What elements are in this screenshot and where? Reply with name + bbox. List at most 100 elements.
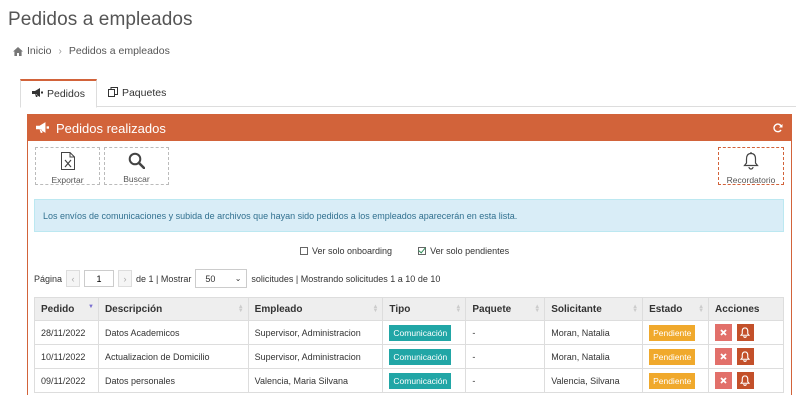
cell-pedido: 28/11/2022	[34, 320, 99, 345]
sort-icon: ▲ ▼	[372, 304, 379, 314]
checkbox-box[interactable]	[300, 247, 308, 255]
column-header-descripcion[interactable]: Descripción ▲ ▼	[97, 297, 249, 321]
tipo-badge: Comunicación	[389, 348, 452, 365]
cell-estado: Pendiente	[642, 368, 710, 393]
delete-button[interactable]	[715, 372, 733, 389]
tab-label: Pedidos	[47, 88, 85, 100]
chevron-left-icon[interactable]: ‹	[66, 270, 81, 287]
status-badge: Pendiente	[649, 372, 696, 389]
delete-button[interactable]	[715, 348, 733, 365]
cell-paquete: -	[465, 344, 546, 369]
breadcrumb-home[interactable]: Inicio	[27, 45, 52, 57]
reminder-label: Recordatorio	[726, 175, 776, 185]
cell-pedido: 10/11/2022	[34, 344, 99, 369]
column-header-empleado[interactable]: Empleado ▲ ▼	[247, 297, 384, 321]
pending-checkbox[interactable]: Ver solo pendientes	[418, 246, 509, 256]
table-row[interactable]: 09/11/2022 Datos personales Valencia, Ma…	[34, 368, 784, 393]
cell-paquete: -	[465, 368, 546, 393]
chevron-right-icon[interactable]: ›	[118, 270, 133, 287]
orders-panel: Pedidos realizados Exportar Buscar Recor…	[27, 114, 792, 395]
sort-icon: ▲ ▼	[632, 304, 639, 314]
cell-solicitante: Moran, Natalia	[544, 320, 644, 345]
tab-pedidos[interactable]: Pedidos	[20, 79, 97, 108]
tab-paquetes[interactable]: Paquetes	[97, 79, 177, 107]
filters: Ver solo onboarding Ver solo pendientes	[300, 246, 509, 256]
bell-icon	[743, 152, 759, 172]
megaphone-icon	[32, 88, 43, 100]
cell-acciones	[708, 344, 784, 369]
remind-button[interactable]	[736, 324, 754, 341]
refresh-icon[interactable]	[773, 121, 783, 136]
column-header-estado[interactable]: Estado ▲ ▼	[642, 297, 710, 321]
cell-solicitante: Moran, Natalia	[544, 344, 644, 369]
sort-icon: ▲ ▼	[534, 304, 541, 314]
table-row[interactable]: 10/11/2022 Actualizacion de Domicilio Su…	[34, 344, 784, 369]
home-icon	[13, 46, 23, 56]
pending-label: Ver solo pendientes	[430, 246, 510, 256]
column-header-paquete[interactable]: Paquete ▲ ▼	[465, 297, 546, 321]
copy-icon	[107, 86, 118, 100]
cell-estado: Pendiente	[642, 344, 710, 369]
panel-header: Pedidos realizados	[28, 115, 791, 141]
search-label: Buscar	[123, 174, 150, 184]
checkbox-box[interactable]	[418, 247, 427, 255]
cell-empleado: Valencia, Maria Silvana	[247, 368, 384, 393]
onboarding-label: Ver solo onboarding	[312, 246, 393, 256]
column-header-solicitante[interactable]: Solicitante ▲ ▼	[544, 297, 644, 321]
tipo-badge: Comunicación	[389, 372, 452, 389]
column-header-acciones: Acciones	[708, 297, 784, 321]
cell-descripcion: Datos personales	[97, 368, 249, 393]
tabs: Pedidos Paquetes	[20, 79, 796, 108]
chevron-right-icon: ›	[58, 45, 62, 57]
cell-pedido: 09/11/2022	[34, 368, 99, 393]
page-title: Pedidos a empleados	[8, 9, 193, 30]
orders-table: Pedido ▼ Descripción ▲ ▼ Empleado ▲ ▼ Tipo ▲ ▼ …	[34, 297, 784, 393]
cell-acciones	[708, 320, 784, 345]
pager-summary: solicitudes | Mostrando solicitudes 1 a …	[251, 273, 441, 284]
delete-button[interactable]	[715, 324, 733, 341]
panel-title: Pedidos realizados	[56, 120, 166, 136]
sort-icon: ▲ ▼	[698, 304, 705, 314]
per-page-value: 50	[205, 273, 216, 284]
pagination: Página ‹ › de 1 | Mostrar 50 ⌄ solicitud…	[34, 269, 440, 288]
megaphone-icon	[36, 121, 49, 136]
cell-paquete: -	[465, 320, 546, 345]
close-icon	[720, 329, 727, 336]
tab-label: Paquetes	[121, 87, 167, 99]
column-header-pedido[interactable]: Pedido ▼	[34, 297, 99, 321]
export-label: Exportar	[51, 175, 84, 185]
breadcrumb: Inicio › Pedidos a empleados	[13, 45, 170, 57]
page-total: de 1 | Mostrar	[136, 273, 192, 284]
sort-icon: ▲ ▼	[237, 304, 244, 314]
tipo-badge: Comunicación	[389, 324, 452, 341]
remind-button[interactable]	[736, 348, 754, 365]
remind-button[interactable]	[736, 372, 754, 389]
bell-icon	[740, 351, 751, 362]
cell-solicitante: Valencia, Silvana	[544, 368, 644, 393]
bell-icon	[740, 327, 751, 338]
search-button[interactable]: Buscar	[104, 147, 169, 185]
bell-icon	[740, 375, 751, 386]
chevron-down-icon: ⌄	[234, 274, 242, 283]
cell-empleado: Supervisor, Administracion	[247, 344, 384, 369]
reminder-button[interactable]: Recordatorio	[718, 147, 784, 185]
export-button[interactable]: Exportar	[35, 147, 100, 185]
info-alert: Los envíos de comunicaciones y subida de…	[34, 199, 784, 232]
breadcrumb-current: Pedidos a empleados	[68, 45, 170, 57]
cell-descripcion: Datos Academicos	[97, 320, 249, 345]
table-row[interactable]: 28/11/2022 Datos Academicos Supervisor, …	[34, 320, 784, 345]
status-badge: Pendiente	[649, 348, 696, 365]
page-input[interactable]	[84, 270, 115, 287]
column-header-tipo[interactable]: Tipo ▲ ▼	[382, 297, 467, 321]
cell-acciones	[708, 368, 784, 393]
cell-tipo: Comunicación	[382, 368, 467, 393]
sort-desc-icon: ▼	[88, 304, 94, 310]
page-label: Página	[34, 273, 63, 284]
onboarding-checkbox[interactable]: Ver solo onboarding	[300, 246, 392, 256]
sort-icon: ▲ ▼	[455, 304, 462, 314]
per-page-select[interactable]: 50 ⌄	[195, 269, 248, 288]
cell-tipo: Comunicación	[382, 320, 467, 345]
cell-tipo: Comunicación	[382, 344, 467, 369]
cell-empleado: Supervisor, Administracion	[247, 320, 384, 345]
cell-estado: Pendiente	[642, 320, 710, 345]
